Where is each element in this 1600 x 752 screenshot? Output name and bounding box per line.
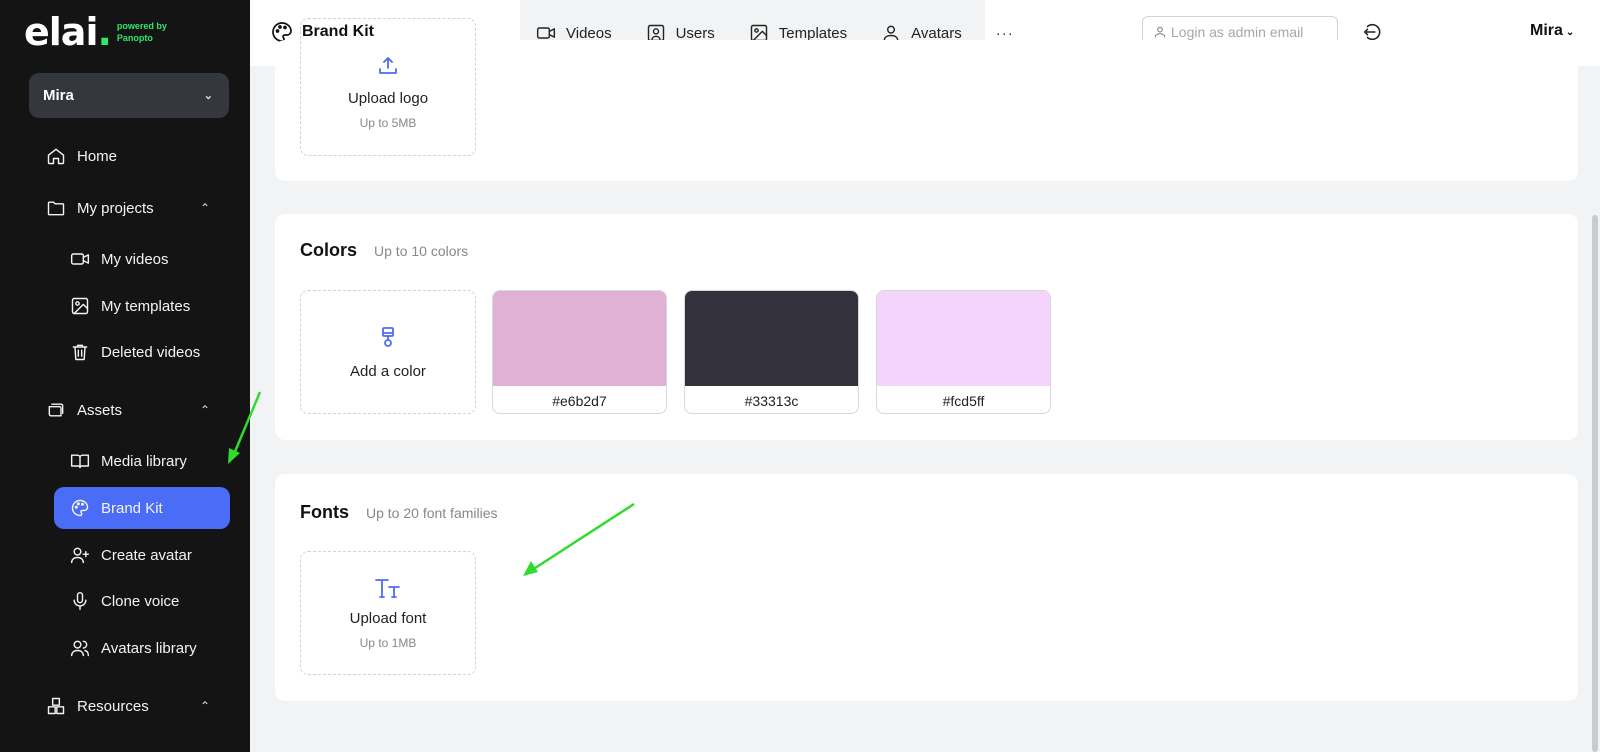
sidebar-item-my-projects[interactable]: My projects ⌃ (45, 187, 210, 229)
colors-hint: Up to 10 colors (374, 243, 469, 259)
sidebar-item-avatars-library[interactable]: Avatars library (69, 627, 229, 669)
upload-icon (379, 57, 397, 74)
color-preview (877, 291, 1050, 386)
color-preview (493, 291, 666, 386)
color-swatch[interactable]: #e6b2d7 (492, 290, 667, 414)
upload-font-button[interactable]: Upload font Up to 1MB (300, 551, 476, 675)
sidebar-item-create-avatar[interactable]: Create avatar (69, 534, 229, 576)
chevron-down-icon: ⌄ (1565, 27, 1575, 38)
colors-header: Colors Up to 10 colors (300, 240, 468, 261)
user-icon (1154, 26, 1166, 38)
more-tabs-button[interactable]: ··· (996, 25, 1014, 42)
microphone-icon (69, 590, 91, 612)
home-icon (45, 145, 67, 167)
color-hex: #fcd5ff (942, 392, 985, 409)
user-menu[interactable]: Mira ⌄ (1530, 22, 1574, 40)
user-plus-icon (69, 544, 91, 566)
palette-icon (69, 497, 91, 519)
sidebar-item-clone-voice[interactable]: Clone voice (69, 580, 229, 622)
color-hex: #33313c (744, 392, 799, 409)
layers-icon (45, 399, 67, 421)
chevron-up-icon: ⌃ (199, 201, 210, 215)
add-color-button[interactable]: Add a color (300, 290, 476, 414)
admin-email-input[interactable] (1171, 24, 1331, 40)
workspace-name: Mira (43, 87, 74, 104)
scrollbar[interactable] (1592, 215, 1598, 752)
colors-card: Colors Up to 10 colors Add a color #e6b2… (275, 214, 1578, 440)
sidebar-item-my-templates[interactable]: My templates (69, 285, 229, 327)
fonts-title: Fonts (300, 502, 349, 522)
elai-logo[interactable]: elai. powered by Panopto (24, 12, 167, 52)
sidebar: elai. powered by Panopto Mira ⌄ Home My … (0, 0, 250, 752)
sidebar-item-resources[interactable]: Resources ⌃ (45, 685, 210, 727)
sidebar-item-home[interactable]: Home (45, 135, 210, 177)
users-icon (69, 637, 91, 659)
paint-brush-icon (382, 326, 394, 347)
chevron-up-icon: ⌃ (199, 403, 210, 417)
folder-icon (45, 197, 67, 219)
workspace-selector[interactable]: Mira ⌄ (29, 73, 229, 118)
template-image-icon (69, 295, 91, 317)
color-swatch[interactable]: #33313c (684, 290, 859, 414)
sidebar-item-assets[interactable]: Assets ⌃ (45, 389, 210, 431)
sidebar-item-deleted-videos[interactable]: Deleted videos (69, 331, 229, 373)
chevron-down-icon: ⌄ (203, 90, 213, 102)
book-icon (69, 450, 91, 472)
video-camera-icon (69, 248, 91, 270)
powered-by-panopto: powered by Panopto (116, 21, 167, 43)
logo-card: Upload logo Up to 5MB (275, 18, 1578, 181)
color-preview (685, 291, 858, 386)
sidebar-item-my-videos[interactable]: My videos (69, 238, 229, 280)
colors-title: Colors (300, 240, 358, 260)
blocks-icon (45, 695, 67, 717)
sidebar-item-media-library[interactable]: Media library (69, 440, 229, 482)
trash-icon (69, 341, 91, 363)
color-hex: #e6b2d7 (552, 392, 607, 409)
upload-logo-button[interactable]: Upload logo Up to 5MB (300, 18, 476, 156)
fonts-header: Fonts Up to 20 font families (300, 502, 498, 523)
fonts-card: Fonts Up to 20 font families Upload font… (275, 474, 1578, 701)
color-swatch[interactable]: #fcd5ff (876, 290, 1051, 414)
sidebar-item-brand-kit[interactable]: Brand Kit (54, 487, 230, 529)
chevron-up-icon: ⌃ (199, 699, 210, 713)
text-font-icon (375, 579, 400, 598)
fonts-hint: Up to 20 font families (366, 505, 498, 521)
